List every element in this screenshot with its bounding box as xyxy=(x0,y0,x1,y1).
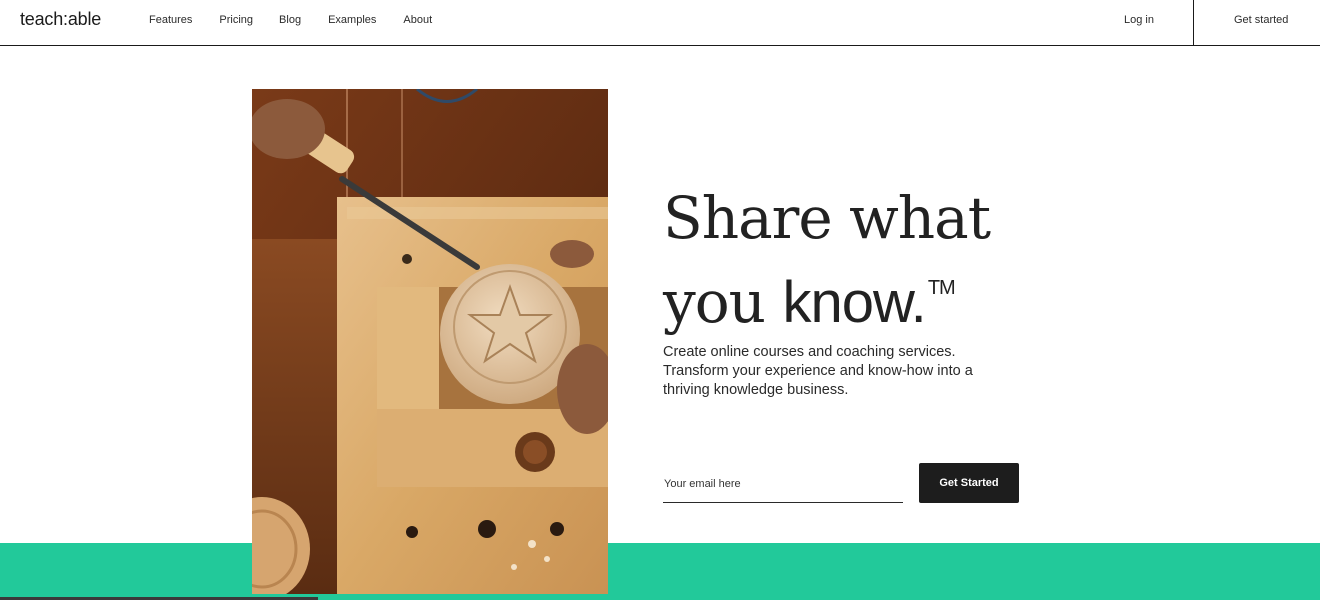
nav-link-pricing[interactable]: Pricing xyxy=(219,14,253,26)
headline-word-know: know. xyxy=(782,270,926,335)
get-started-link[interactable]: Get started xyxy=(1234,14,1288,26)
header-divider xyxy=(1193,0,1194,46)
nav-link-features[interactable]: Features xyxy=(149,14,192,26)
top-navigation-bar: teach:able Features Pricing Blog Example… xyxy=(0,0,1320,46)
hero-headline: Share what you know. TM xyxy=(663,183,1043,338)
trademark-symbol: TM xyxy=(927,277,956,299)
nav-link-examples[interactable]: Examples xyxy=(328,14,376,26)
headline-word-you: you xyxy=(663,268,766,336)
headline-line-2: you know. TM xyxy=(663,253,1043,338)
hero-subtext: Create online courses and coaching servi… xyxy=(663,344,973,398)
get-started-button[interactable]: Get Started xyxy=(919,463,1019,503)
nav-link-blog[interactable]: Blog xyxy=(279,14,301,26)
accent-band xyxy=(0,543,1320,600)
teachable-logo[interactable]: teach:able xyxy=(20,9,101,30)
login-link[interactable]: Log in xyxy=(1124,14,1154,26)
woodcarving-photo xyxy=(252,89,608,594)
nav-link-about[interactable]: About xyxy=(403,14,432,26)
headline-line-1: Share what xyxy=(663,184,991,252)
main-nav: Features Pricing Blog Examples About xyxy=(149,14,459,26)
woodcarving-photo-art xyxy=(252,89,608,594)
email-input[interactable] xyxy=(663,470,903,503)
